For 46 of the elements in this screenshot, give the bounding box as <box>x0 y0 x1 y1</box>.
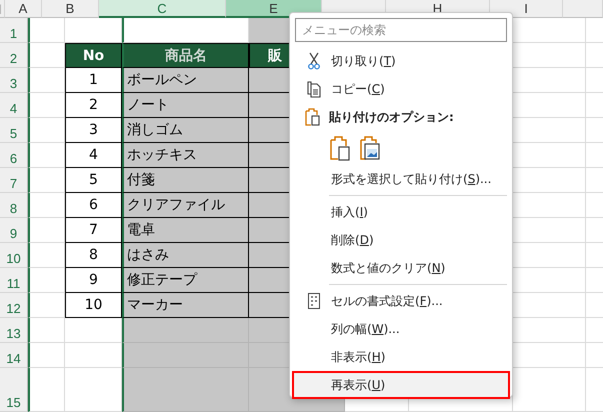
table-cell: クリアファイル <box>122 193 249 218</box>
table-cell: はさみ <box>122 243 249 268</box>
menu-item[interactable]: セルの書式設定(F)... <box>292 287 510 315</box>
row-header[interactable]: 1 <box>0 18 28 43</box>
row-header[interactable]: 11 <box>0 268 28 293</box>
row-header[interactable]: 2 <box>0 43 28 68</box>
menu-item[interactable]: 列の幅(W)... <box>292 315 510 343</box>
row-header[interactable]: 13 <box>0 318 28 343</box>
table-cell: 付箋 <box>122 168 249 193</box>
row-header[interactable]: 15 <box>0 368 28 412</box>
menu-heading: 貼り付けのオプション: <box>329 108 454 126</box>
table-cell: マーカー <box>122 293 249 318</box>
table-cell: ホッチキス <box>122 143 249 168</box>
search-field[interactable]: メニューの検索 <box>295 18 507 42</box>
row-header[interactable]: 14 <box>0 343 28 368</box>
row-header[interactable]: 4 <box>0 93 28 118</box>
table-cell: 消しゴム <box>122 118 249 143</box>
paste-picture-icon[interactable] <box>359 135 381 161</box>
menu-item[interactable]: 再表示(U) <box>292 371 510 399</box>
row-header[interactable]: 5 <box>0 118 28 143</box>
menu-item[interactable]: 数式と値のクリア(N) <box>292 254 510 282</box>
empty-cell <box>28 368 65 412</box>
menu-item[interactable]: 挿入(I) <box>292 198 510 226</box>
menu-item[interactable]: 削除(D) <box>292 226 510 254</box>
row-header[interactable]: 3 <box>0 68 28 93</box>
paste-icon[interactable] <box>329 135 351 161</box>
column-header[interactable]: C <box>99 0 226 18</box>
table-header-cell: No <box>65 43 122 68</box>
copy-icon <box>307 80 321 98</box>
menu-item[interactable]: 形式を選択して貼り付け(S)... <box>292 165 510 193</box>
menu-item[interactable]: 非表示(H) <box>292 343 510 371</box>
row-header[interactable]: 10 <box>0 243 28 268</box>
table-cell: ノート <box>122 93 249 118</box>
table-cell: 修正テープ <box>122 268 249 293</box>
clipboard-icon <box>304 108 320 126</box>
row-header[interactable]: 9 <box>0 218 28 243</box>
row-header[interactable]: 6 <box>0 143 28 168</box>
row-header[interactable]: 12 <box>0 293 28 318</box>
row-header[interactable]: 7 <box>0 168 28 193</box>
table-cell: ボールペン <box>122 68 249 93</box>
scissors-icon <box>308 52 320 70</box>
menu-item[interactable]: コピー(C) <box>292 75 510 103</box>
table-cell: 電卓 <box>122 218 249 243</box>
table-header-cell: 商品名 <box>122 43 249 68</box>
row-header[interactable]: 8 <box>0 193 28 218</box>
format-cells-icon <box>308 293 320 309</box>
